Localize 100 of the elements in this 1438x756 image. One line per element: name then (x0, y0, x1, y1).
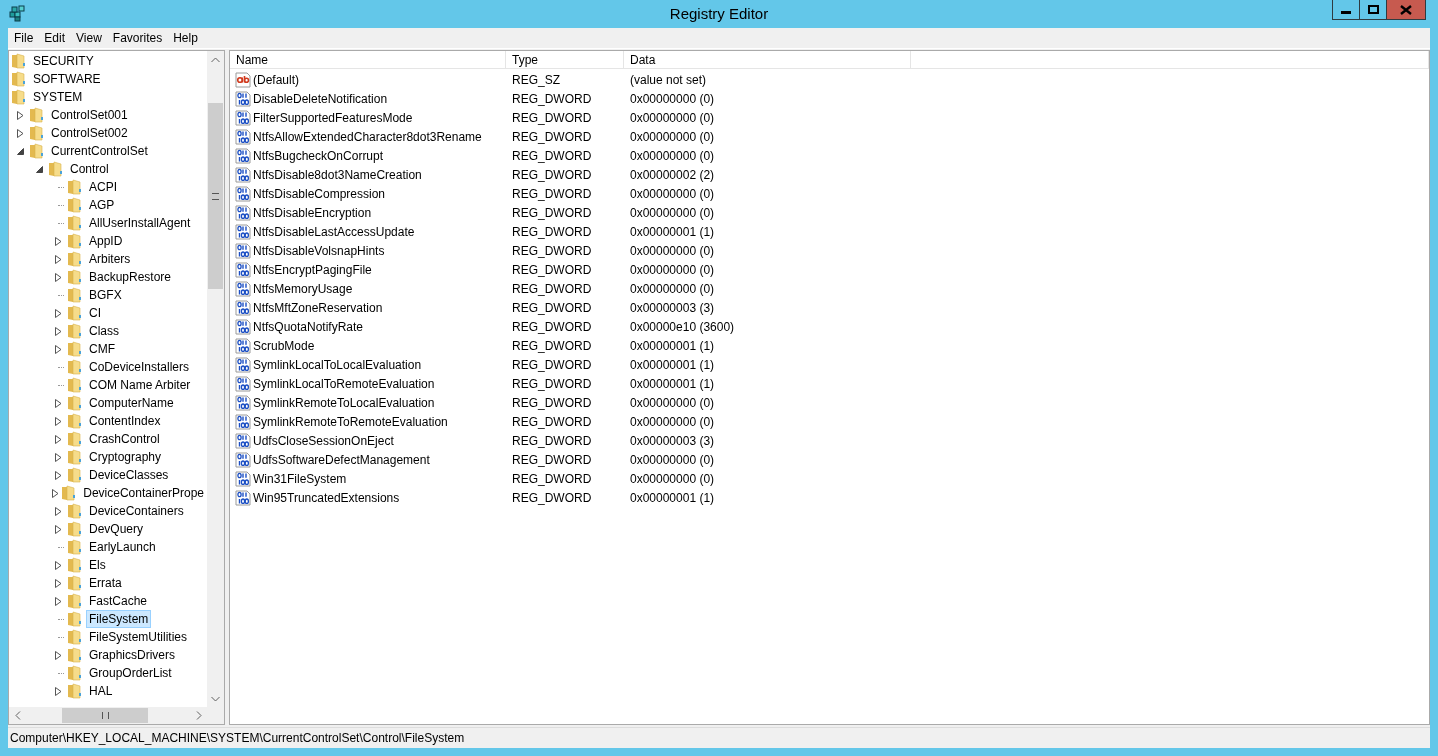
value-name[interactable]: NtfsQuotaNotifyRate (253, 319, 364, 334)
tree-item[interactable]: ControlSet002 (48, 124, 131, 142)
value-name[interactable]: ScrubMode (253, 338, 315, 353)
value-name[interactable]: NtfsAllowExtendedCharacter8dot3Rename (253, 129, 482, 144)
value-name[interactable]: UdfsSoftwareDefectManagement (253, 452, 430, 467)
tree-item[interactable]: COM Name Arbiter (86, 376, 194, 394)
binary-value-icon (235, 318, 251, 335)
expand-arrow-icon[interactable] (54, 326, 62, 336)
tree-item[interactable]: ComputerName (86, 394, 177, 412)
value-name[interactable]: SymlinkLocalToLocalEvaluation (253, 357, 422, 372)
value-name[interactable]: Win31FileSystem (253, 471, 347, 486)
menu-item[interactable]: Edit (39, 29, 71, 47)
tree-item[interactable]: DeviceClasses (86, 466, 172, 484)
expand-arrow-icon[interactable] (54, 452, 62, 462)
expand-arrow-icon[interactable] (54, 434, 62, 444)
expand-arrow-icon[interactable] (54, 650, 62, 660)
minimize-button[interactable] (1332, 0, 1360, 20)
expand-arrow-icon[interactable] (54, 578, 62, 588)
expand-arrow-icon[interactable] (54, 308, 62, 318)
column-header[interactable]: Type (506, 51, 624, 69)
binary-value-icon (235, 470, 251, 487)
tree-item[interactable]: CoDeviceInstallers (86, 358, 193, 376)
tree-item[interactable]: HAL (86, 682, 116, 700)
tree-item[interactable]: AGP (86, 196, 118, 214)
collapse-arrow-icon[interactable] (35, 165, 43, 173)
value-name[interactable]: UdfsCloseSessionOnEject (253, 433, 394, 448)
tree-item[interactable]: SECURITY (30, 52, 97, 70)
tree-item[interactable]: SOFTWARE (30, 70, 104, 88)
value-name[interactable]: NtfsDisableCompression (253, 186, 386, 201)
tree-item[interactable]: Els (86, 556, 109, 574)
tree-item[interactable]: FileSystemUtilities (86, 628, 190, 646)
value-name[interactable]: NtfsDisableVolsnapHints (253, 243, 385, 258)
value-name[interactable]: NtfsMftZoneReservation (253, 300, 383, 315)
column-header[interactable]: Name (230, 51, 506, 69)
tree-item[interactable]: BackupRestore (86, 268, 175, 286)
value-name[interactable]: FilterSupportedFeaturesMode (253, 110, 413, 125)
tree-item[interactable]: ContentIndex (86, 412, 164, 430)
tree-item[interactable]: SYSTEM (30, 88, 86, 106)
folder-icon (67, 377, 83, 393)
tree-item[interactable]: BGFX (86, 286, 125, 304)
value-data: 0x00000002 (2) (630, 167, 715, 182)
menu-item[interactable]: Favorites (107, 29, 168, 47)
expand-arrow-icon[interactable] (54, 344, 62, 354)
expand-arrow-icon[interactable] (54, 236, 62, 246)
folder-icon (67, 359, 83, 375)
value-name[interactable]: NtfsDisableEncryption (253, 205, 372, 220)
column-header[interactable]: Data (624, 51, 911, 69)
value-name[interactable]: NtfsDisable8dot3NameCreation (253, 167, 422, 182)
tree-item[interactable]: Cryptography (86, 448, 165, 466)
tree-item[interactable]: DeviceContainerPrope (80, 484, 207, 502)
tree-item[interactable]: GraphicsDrivers (86, 646, 178, 664)
expand-arrow-icon[interactable] (54, 524, 62, 534)
value-name[interactable]: SymlinkLocalToRemoteEvaluation (253, 376, 435, 391)
menu-item[interactable]: File (9, 29, 39, 47)
expand-arrow-icon[interactable] (54, 560, 62, 570)
value-name[interactable]: NtfsEncryptPagingFile (253, 262, 372, 277)
expand-arrow-icon[interactable] (54, 686, 62, 696)
tree-item[interactable]: ControlSet001 (48, 106, 131, 124)
expand-arrow-icon[interactable] (54, 470, 62, 480)
tree-item[interactable]: FileSystem (86, 610, 152, 628)
tree-item[interactable]: Arbiters (86, 250, 134, 268)
value-name[interactable]: SymlinkRemoteToLocalEvaluation (253, 395, 435, 410)
value-name[interactable]: NtfsMemoryUsage (253, 281, 353, 296)
tree-item[interactable]: GroupOrderList (86, 664, 175, 682)
tree-item[interactable]: CI (86, 304, 104, 322)
tree-item[interactable]: CurrentControlSet (48, 142, 151, 160)
expand-arrow-icon[interactable] (54, 506, 62, 516)
tree-item[interactable]: FastCache (86, 592, 151, 610)
value-name[interactable]: DisableDeleteNotification (253, 91, 388, 106)
tree-item[interactable]: EarlyLaunch (86, 538, 159, 556)
menu-item[interactable]: Help (168, 29, 203, 47)
expand-arrow-icon[interactable] (54, 596, 62, 606)
tree-item[interactable]: CMF (86, 340, 118, 358)
scrollbar-thumb[interactable] (208, 103, 223, 289)
expand-arrow-icon[interactable] (54, 272, 62, 282)
tree-item[interactable]: Control (67, 160, 112, 178)
expand-arrow-icon[interactable] (16, 110, 24, 120)
menu-item[interactable]: View (71, 29, 107, 47)
tree-item[interactable]: Errata (86, 574, 125, 592)
tree-item[interactable]: DeviceContainers (86, 502, 187, 520)
value-name[interactable]: Win95TruncatedExtensions (253, 490, 400, 505)
expand-arrow-icon[interactable] (16, 128, 24, 138)
tree-item[interactable]: AppID (86, 232, 126, 250)
expand-arrow-icon[interactable] (54, 398, 62, 408)
value-name[interactable]: (Default) (253, 72, 299, 87)
tree-item[interactable]: AllUserInstallAgent (86, 214, 194, 232)
folder-icon (48, 161, 64, 177)
tree-item[interactable]: DevQuery (86, 520, 147, 538)
expand-arrow-icon[interactable] (54, 416, 62, 426)
expand-arrow-icon[interactable] (54, 254, 62, 264)
tree-item[interactable]: CrashControl (86, 430, 163, 448)
close-button[interactable] (1386, 0, 1426, 20)
collapse-arrow-icon[interactable] (16, 147, 24, 155)
scrollbar-thumb[interactable] (62, 708, 148, 723)
value-name[interactable]: NtfsBugcheckOnCorrupt (253, 148, 384, 163)
value-name[interactable]: NtfsDisableLastAccessUpdate (253, 224, 415, 239)
tree-item[interactable]: ACPI (86, 178, 120, 196)
expand-arrow-icon[interactable] (51, 488, 59, 498)
tree-item[interactable]: Class (86, 322, 122, 340)
value-name[interactable]: SymlinkRemoteToRemoteEvaluation (253, 414, 448, 429)
